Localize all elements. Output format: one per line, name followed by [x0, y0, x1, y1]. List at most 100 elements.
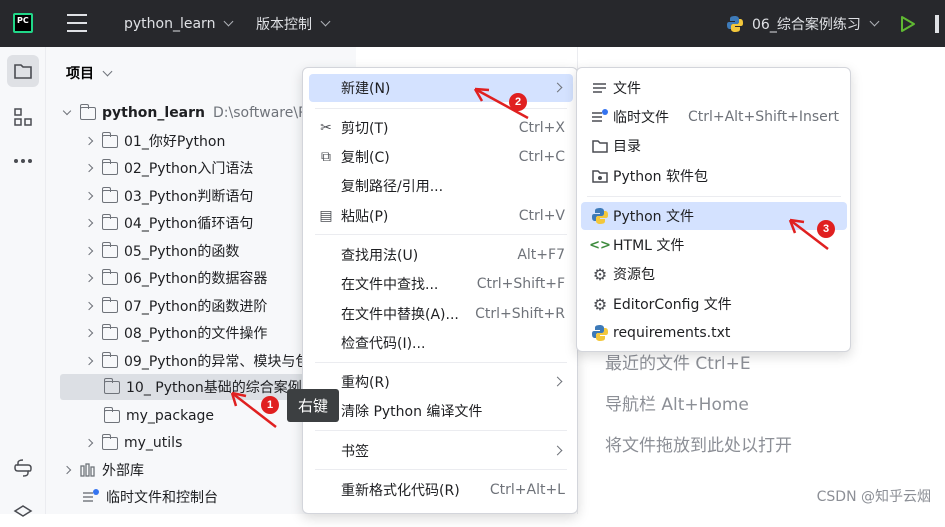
folder-icon	[79, 103, 96, 120]
package-label: my_utils	[124, 435, 183, 451]
menu-item-shortcut: Ctrl+X	[518, 120, 565, 136]
expand-arrow-icon[interactable]	[84, 273, 94, 283]
expand-arrow-icon[interactable]	[84, 438, 94, 448]
package-label: my_package	[126, 408, 215, 424]
menu-item-label: 粘贴(P)	[341, 209, 389, 225]
gear-icon: ⚙	[592, 294, 608, 314]
expand-arrow-icon[interactable]	[84, 328, 94, 338]
menu-item-find-usages[interactable]: 查找用法(U) Alt+F7	[309, 241, 573, 269]
main-menu-icon[interactable]	[67, 14, 87, 32]
menu-item-inspect-code[interactable]: 检查代码(I)...	[309, 329, 573, 357]
menu-item-paste[interactable]: ▤ 粘贴(P) Ctrl+V	[309, 202, 573, 230]
menu-separator	[315, 430, 567, 431]
submenu-item-directory[interactable]: 目录	[581, 132, 847, 160]
package-folder-icon	[591, 168, 609, 184]
right-click-tip: 右键	[287, 389, 339, 422]
context-menu: 新建(N) ✂ 剪切(T) Ctrl+X ⧉ 复制(C) Ctrl+C 复制路径…	[302, 67, 578, 514]
expand-arrow-icon[interactable]	[84, 246, 94, 256]
expand-arrow-icon[interactable]	[62, 106, 72, 116]
submenu-item-label: requirements.txt	[613, 325, 731, 341]
menu-item-bookmarks[interactable]: 书签	[309, 437, 573, 465]
copy-icon: ⧉	[321, 149, 331, 165]
folder-label: 10_ Python基础的综合案例	[126, 380, 302, 396]
expand-arrow-icon[interactable]	[84, 136, 94, 146]
hint-navigation-bar: 导航栏 Alt+Home	[605, 395, 749, 415]
folder-icon	[101, 131, 118, 148]
python-console-button[interactable]	[7, 452, 39, 484]
new-submenu: 文件 临时文件 Ctrl+Alt+Shift+Insert 目录 Python …	[576, 67, 851, 352]
submenu-item-requirements[interactable]: requirements.txt	[581, 319, 847, 347]
expand-arrow-icon[interactable]	[84, 301, 94, 311]
submenu-item-label: 临时文件	[613, 110, 669, 126]
menu-item-clean-python[interactable]: 清除 Python 编译文件	[309, 397, 573, 425]
submenu-item-scratch-file[interactable]: 临时文件 Ctrl+Alt+Shift+Insert	[581, 103, 847, 131]
submenu-item-file[interactable]: 文件	[581, 74, 847, 102]
menu-item-cut[interactable]: ✂ 剪切(T) Ctrl+X	[309, 114, 573, 142]
submenu-item-html-file[interactable]: <> HTML 文件	[581, 231, 847, 259]
more-toolbar-icon[interactable]	[935, 0, 939, 47]
menu-item-find-in-files[interactable]: 在文件中查找... Ctrl+Shift+F	[309, 270, 573, 298]
python-console-icon	[14, 459, 32, 477]
folder-icon	[591, 138, 609, 154]
submenu-arrow-icon	[552, 445, 563, 456]
tool-window-bar	[0, 47, 46, 517]
menu-item-label: 在文件中替换(A)...	[341, 307, 459, 323]
folder-icon	[101, 268, 118, 285]
run-button[interactable]	[900, 0, 916, 47]
menu-item-reformat-code[interactable]: 重新格式化代码(R) Ctrl+Alt+L	[309, 476, 573, 504]
folder-label: 09_Python的异常、模块与包	[124, 354, 310, 370]
python-icon	[591, 324, 609, 342]
menu-item-replace-in-files[interactable]: 在文件中替换(A)... Ctrl+Shift+R	[309, 300, 573, 328]
vcs-menu[interactable]: 版本控制	[256, 0, 331, 47]
folder-label: 07_Python的函数进阶	[124, 299, 268, 315]
menu-item-refactor[interactable]: 重构(R)	[309, 368, 573, 396]
menu-separator	[315, 362, 567, 363]
pycharm-logo-icon: PC	[13, 13, 33, 33]
expand-arrow-icon[interactable]	[62, 465, 72, 475]
expand-arrow-icon[interactable]	[84, 191, 94, 201]
menu-item-shortcut: Ctrl+C	[518, 149, 565, 165]
submenu-item-python-package[interactable]: Python 软件包	[581, 162, 847, 190]
hint-drop-files: 将文件拖放到此处以打开	[605, 436, 792, 456]
menu-item-new[interactable]: 新建(N)	[309, 74, 573, 102]
menu-item-label: 查找用法(U)	[341, 248, 419, 264]
run-config-selector[interactable]: 06_综合案例练习	[726, 0, 880, 47]
step-badge-2: 2	[509, 93, 527, 111]
menu-item-copy-path[interactable]: 复制路径/引用...	[309, 172, 573, 200]
layers-tool-button[interactable]	[7, 495, 39, 527]
project-name: python_learn	[124, 15, 216, 32]
menu-item-copy[interactable]: ⧉ 复制(C) Ctrl+C	[309, 143, 573, 171]
folder-icon	[101, 158, 118, 175]
project-switcher[interactable]: python_learn	[124, 0, 234, 47]
submenu-item-label: 文件	[613, 81, 641, 97]
watermark: CSDN @知乎云烟	[816, 489, 931, 505]
menu-separator	[315, 469, 567, 470]
submenu-item-editorconfig[interactable]: ⚙ EditorConfig 文件	[581, 290, 847, 318]
submenu-item-resource-bundle[interactable]: ⚙ 资源包	[581, 260, 847, 288]
title-bar: PC python_learn 版本控制 06_综合案例练习	[0, 0, 945, 47]
vcs-label: 版本控制	[256, 16, 312, 33]
chevron-down-icon	[223, 16, 234, 27]
submenu-item-label: EditorConfig 文件	[613, 297, 732, 313]
project-tool-button[interactable]	[7, 55, 39, 87]
menu-item-label: 剪切(T)	[341, 121, 389, 137]
folder-label: 05_Python的函数	[124, 244, 240, 260]
tree-folder-selected[interactable]: 10_ Python基础的综合案例	[60, 374, 320, 400]
expand-arrow-icon[interactable]	[84, 218, 94, 228]
structure-tool-button[interactable]	[7, 101, 39, 133]
menu-item-shortcut: Alt+F7	[517, 247, 565, 263]
project-panel-header[interactable]: 项目	[66, 63, 113, 83]
paste-icon: ▤	[319, 208, 333, 224]
expand-arrow-icon[interactable]	[84, 356, 94, 366]
submenu-item-label: Python 文件	[613, 209, 694, 225]
folder-icon	[101, 213, 118, 230]
html-icon: <>	[589, 237, 611, 253]
library-icon	[80, 463, 95, 477]
menu-item-label: 新建(N)	[341, 81, 391, 97]
submenu-item-python-file[interactable]: Python 文件	[581, 202, 847, 230]
folder-icon	[101, 296, 118, 313]
menu-separator	[315, 108, 567, 109]
folder-label: 04_Python循环语句	[124, 216, 254, 232]
more-tools-button[interactable]	[7, 145, 39, 177]
expand-arrow-icon[interactable]	[84, 163, 94, 173]
